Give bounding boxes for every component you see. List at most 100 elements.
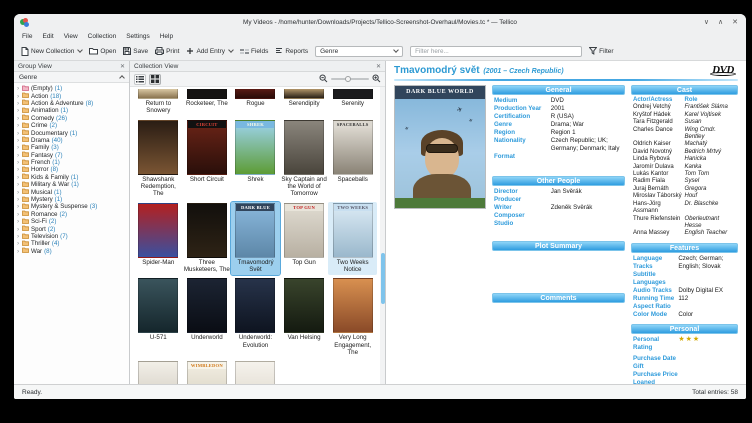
- minimize-icon[interactable]: ∨: [704, 18, 709, 26]
- movie-title: Return to Snowery: [145, 100, 172, 115]
- menu-help[interactable]: Help: [160, 33, 173, 40]
- group-item[interactable]: › Thriller (4): [14, 240, 129, 247]
- window-title: My Videos - /home/hunter/Downloads/Proje…: [243, 18, 517, 26]
- movie-item[interactable]: Serendipity: [280, 88, 329, 117]
- filter-input[interactable]: [410, 45, 583, 57]
- movie-item[interactable]: Underworld: [183, 277, 232, 358]
- movie-poster: SPACEBALLS: [332, 119, 373, 175]
- group-item[interactable]: › Television (7): [14, 233, 129, 240]
- movie-item[interactable]: U-571: [134, 277, 183, 358]
- scrollbar-thumb[interactable]: [380, 253, 385, 304]
- movie-title: Short Circuit: [189, 175, 224, 183]
- add-entry-button[interactable]: Add Entry: [186, 47, 234, 55]
- group-item[interactable]: › Drama (40): [14, 137, 129, 144]
- group-item[interactable]: › Crime (2): [14, 122, 129, 129]
- group-item[interactable]: › Mystery & Suspense (3): [14, 203, 129, 210]
- movie-item[interactable]: Three Musketeers, The: [183, 202, 232, 276]
- print-button[interactable]: Print: [155, 47, 179, 55]
- field-row: Gift: [633, 362, 644, 370]
- movie-item[interactable]: Underworld: Evolution: [231, 277, 280, 358]
- group-item[interactable]: › Horror (8): [14, 166, 129, 173]
- field-row: Purchase Price: [633, 370, 678, 378]
- zoom-slider[interactable]: [331, 75, 369, 82]
- movie-item[interactable]: Spider-Man: [134, 202, 183, 276]
- movie-grid-viewport: Return to Snowery Rocketeer, The Rogue Sere…: [130, 87, 385, 384]
- movie-item[interactable]: Rocketeer, The: [183, 88, 232, 117]
- movie-title: Shawshank Redemption, The: [140, 175, 176, 198]
- open-button[interactable]: Open: [89, 47, 116, 55]
- close-icon[interactable]: ✕: [732, 18, 738, 26]
- group-item[interactable]: › Sport (2): [14, 225, 129, 233]
- movie-item[interactable]: While You Were Sleeping: [134, 360, 183, 384]
- plane-icon: ✈: [404, 125, 411, 133]
- movie-item[interactable]: CIRCUIT Short Circuit: [183, 119, 232, 200]
- field-row: Studio: [494, 220, 514, 227]
- group-item[interactable]: › French (1): [14, 159, 129, 166]
- filter-button[interactable]: Filter: [589, 47, 614, 55]
- reports-button[interactable]: Reports: [275, 47, 308, 55]
- zoom-out-icon[interactable]: [319, 74, 328, 85]
- poster-title-text: DARK BLUE WORLD: [395, 86, 485, 99]
- group-by-selector[interactable]: Genre: [14, 72, 129, 83]
- menu-file[interactable]: File: [22, 33, 32, 40]
- movie-item[interactable]: Shawshank Redemption, The: [134, 119, 183, 200]
- group-item[interactable]: › War (8): [14, 248, 129, 255]
- movie-item[interactable]: TWO WEEKS NOTICETwo Weeks Notice: [328, 201, 377, 276]
- entry-poster[interactable]: DARK BLUE WORLD ✈ ✈ ✈: [394, 85, 486, 209]
- vertical-scrollbar[interactable]: [380, 87, 385, 384]
- movie-item[interactable]: Sky Captain and the World of Tomorrow: [280, 119, 329, 200]
- maximize-icon[interactable]: ∧: [718, 18, 723, 26]
- group-item[interactable]: › Musical (1): [14, 188, 129, 196]
- group-field-select[interactable]: Genre: [315, 45, 404, 57]
- movie-poster: [235, 89, 276, 99]
- group-item[interactable]: › Documentary (1): [14, 129, 129, 137]
- reports-icon: [275, 47, 283, 55]
- movie-item[interactable]: SHREK Shrek: [231, 119, 280, 200]
- menu-settings[interactable]: Settings: [126, 33, 150, 40]
- menubar: File Edit View Collection Settings Help: [14, 30, 746, 42]
- movie-item[interactable]: You've Got Mail: [231, 360, 280, 384]
- movie-item[interactable]: Return to Snowery: [134, 88, 183, 117]
- new-collection-button[interactable]: New Collection: [21, 46, 84, 56]
- icon-view-button[interactable]: [149, 73, 161, 85]
- movie-title: Top Gun: [292, 258, 316, 266]
- movie-item[interactable]: SPACEBALLS Spaceballs: [328, 119, 377, 200]
- menu-collection[interactable]: Collection: [88, 33, 117, 40]
- group-item[interactable]: › Family (3): [14, 144, 129, 151]
- field-row: Genre Drama; War: [494, 121, 584, 128]
- titlebar[interactable]: My Videos - /home/hunter/Downloads/Proje…: [14, 14, 746, 30]
- group-item[interactable]: › Action (18): [14, 92, 129, 100]
- group-item[interactable]: › Animation (1): [14, 107, 129, 114]
- collection-toolbar: [130, 72, 385, 87]
- group-item[interactable]: › Comedy (26): [14, 115, 129, 122]
- group-item[interactable]: › Mystery (1): [14, 196, 129, 203]
- close-icon[interactable]: ✕: [120, 63, 125, 70]
- group-item[interactable]: › Kids & Family (1): [14, 174, 129, 181]
- save-button[interactable]: Save: [123, 47, 148, 55]
- zoom-in-icon[interactable]: [372, 74, 381, 85]
- movie-item[interactable]: WIMBLEDONWimbledon: [183, 360, 232, 384]
- chevron-up-icon: [119, 75, 125, 81]
- movie-item[interactable]: Very Long Engagement, The: [328, 277, 377, 358]
- movie-title: Spider-Man: [142, 258, 175, 266]
- group-item[interactable]: › Fantasy (7): [14, 152, 129, 159]
- menu-edit[interactable]: Edit: [42, 33, 53, 40]
- field-row: Language Tracks Czech; German; English; S…: [633, 254, 724, 270]
- group-item[interactable]: › Military & War (1): [14, 181, 129, 188]
- fields-button[interactable]: Fields: [240, 48, 268, 55]
- movie-item[interactable]: Rogue: [231, 88, 280, 117]
- movie-item[interactable]: Serenity: [328, 88, 377, 117]
- menu-view[interactable]: View: [64, 33, 78, 40]
- zoom-slider-handle[interactable]: [345, 75, 351, 82]
- list-view-button[interactable]: [134, 73, 146, 85]
- group-item[interactable]: › (Empty) (1): [14, 85, 129, 92]
- section-personal: Personal Personal Rating ★★★ Purchase Date…: [631, 323, 738, 384]
- movie-item[interactable]: TOP GUN Top Gun: [280, 202, 329, 276]
- movie-item[interactable]: DARK BLUE WORLDTmavomodrý Svět: [230, 200, 281, 277]
- cast-row: Jaromír Dulava Kanka: [633, 163, 702, 170]
- group-item[interactable]: › Action & Adventure (8): [14, 100, 129, 107]
- group-item[interactable]: › Romance (2): [14, 211, 129, 218]
- group-item[interactable]: › Sci-Fi (2): [14, 218, 129, 225]
- close-icon[interactable]: ✕: [376, 63, 381, 70]
- movie-item[interactable]: Van Helsing: [280, 277, 329, 358]
